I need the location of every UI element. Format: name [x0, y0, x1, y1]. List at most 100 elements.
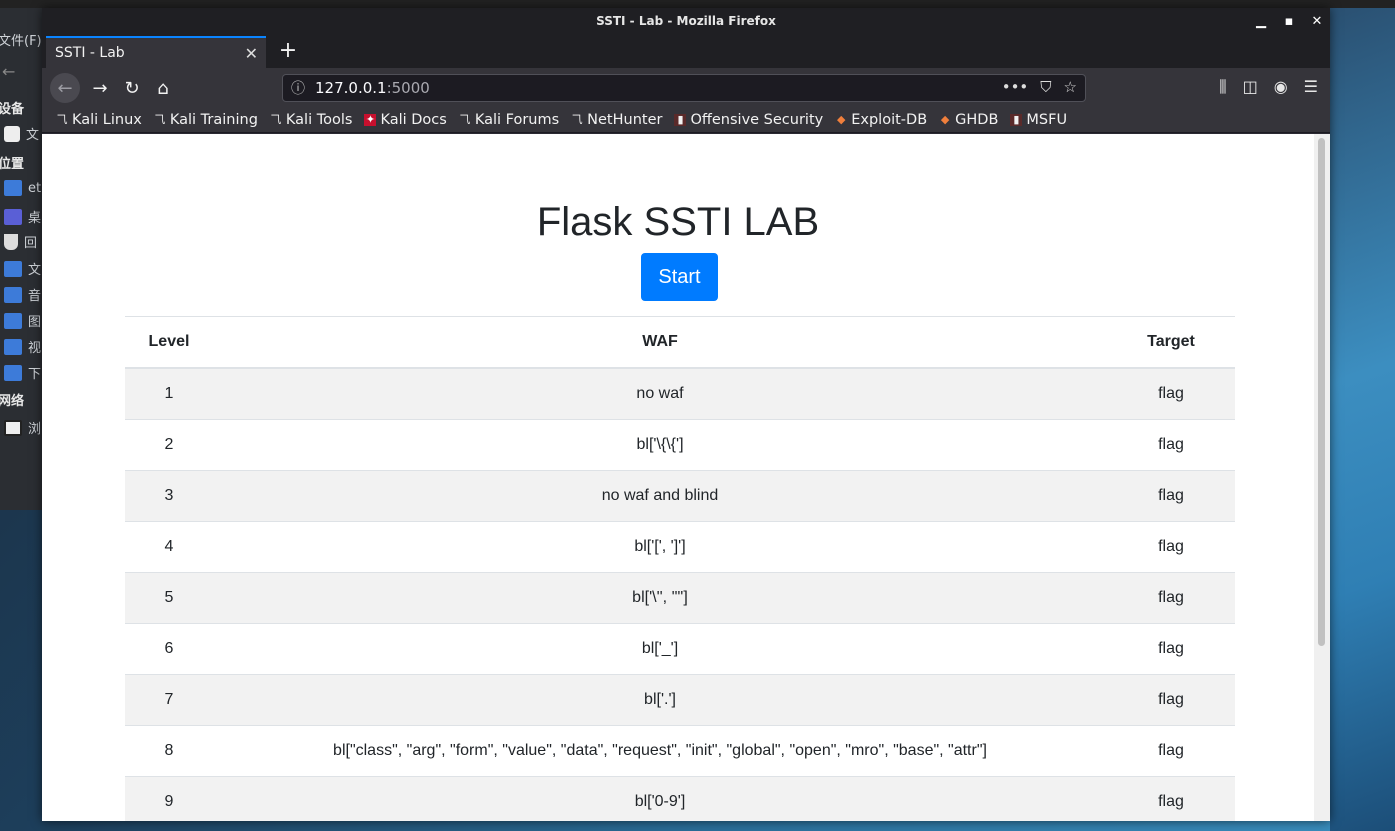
level-cell: 9 — [125, 776, 213, 821]
level-cell: 4 — [125, 521, 213, 573]
target-cell: flag — [1107, 572, 1235, 624]
new-tab-button[interactable]: + — [276, 38, 300, 63]
tab-bar: SSTI - Lab ✕ + — [42, 34, 1330, 68]
sidebar-item-videos[interactable]: 视 — [4, 337, 41, 356]
library-icon[interactable]: ⫼ — [1219, 77, 1226, 97]
music-folder-icon — [4, 286, 22, 303]
window-title: SSTI - Lab - Mozilla Firefox — [596, 14, 776, 28]
bookmark-nethunter[interactable]: ⺄ NetHunter — [571, 112, 663, 128]
level-cell: 5 — [125, 572, 213, 624]
waf-cell: bl['.'] — [213, 674, 1107, 726]
table-row[interactable]: 8 bl["class", "arg", "form", "value", "da… — [125, 725, 1235, 777]
url-port: :5000 — [386, 79, 430, 97]
url-bar[interactable]: ⓘ 127.0.0.1:5000 ••• ⛉ ☆ — [282, 74, 1086, 102]
offsec-icon: ▮ — [674, 114, 687, 126]
table-row[interactable]: 6 bl['_'] flag — [125, 623, 1235, 675]
sidebar-item-music[interactable]: 音 — [4, 285, 41, 304]
target-cell: flag — [1107, 674, 1235, 726]
target-cell: flag — [1107, 470, 1235, 522]
waf-cell: no waf and blind — [213, 470, 1107, 522]
table-row[interactable]: 7 bl['.'] flag — [125, 674, 1235, 726]
sidebar-item-etc[interactable]: et — [4, 180, 41, 196]
bookmark-offensive-security[interactable]: ▮ Offensive Security — [674, 112, 823, 128]
waf-cell: bl['_'] — [213, 623, 1107, 675]
bookmark-kali-linux[interactable]: ⺄ Kali Linux — [56, 112, 142, 128]
background-window-titlebar — [0, 0, 1395, 8]
desktop-background — [1330, 0, 1395, 831]
places-section-title: 位置 — [0, 157, 25, 172]
bookmark-kali-forums[interactable]: ⺄ Kali Forums — [459, 112, 559, 128]
menu-icon[interactable]: ☰ — [1304, 77, 1318, 97]
bookmark-ghdb[interactable]: ◆ GHDB — [939, 112, 999, 128]
drive-icon — [4, 125, 20, 142]
waf-cell: bl['\'', '"'] — [213, 572, 1107, 624]
levels-table: Level WAF Target 1 no waf flag 2 bl['\{\{']… — [125, 316, 1235, 821]
tab-label: SSTI - Lab — [55, 45, 125, 61]
page-content: Flask SSTI LAB Start Level WAF Target 1n… — [42, 134, 1314, 821]
waf-cell: no waf — [213, 367, 1107, 420]
videos-folder-icon — [4, 338, 22, 355]
page-actions-icon[interactable]: ••• — [1002, 78, 1029, 96]
target-cell: flag — [1107, 419, 1235, 471]
table-row[interactable]: 4 bl['[', ']'] flag — [125, 521, 1235, 573]
maximize-icon[interactable]: ▪ — [1280, 12, 1298, 30]
account-icon[interactable]: ◉ — [1274, 77, 1288, 97]
back-icon[interactable]: ← — [50, 73, 80, 103]
home-icon[interactable]: ⌂ — [149, 74, 177, 102]
bookmark-kali-tools[interactable]: ⺄ Kali Tools — [270, 112, 352, 128]
target-cell: flag — [1107, 521, 1235, 573]
sidebar-item-trash[interactable]: 回 — [4, 232, 37, 251]
sidebar-item-browse-network[interactable]: 浏 — [4, 418, 41, 437]
bookmark-kali-training[interactable]: ⺄ Kali Training — [154, 112, 258, 128]
pictures-folder-icon — [4, 312, 22, 329]
pocket-icon[interactable]: ⛉ — [1040, 78, 1051, 96]
exploitdb-icon: ◆ — [940, 113, 950, 126]
forward-icon[interactable]: → — [86, 74, 114, 102]
kali-icon: ⺄ — [56, 113, 68, 126]
page-scrollbar[interactable] — [1314, 134, 1330, 821]
network-icon — [4, 419, 22, 436]
table-row[interactable]: 2 bl['\{\{'] flag — [125, 419, 1235, 471]
target-cell: flag — [1107, 623, 1235, 675]
level-cell: 2 — [125, 419, 213, 471]
sidebar-item-downloads[interactable]: 下 — [4, 363, 41, 382]
header-target: Target — [1107, 316, 1235, 369]
target-cell: flag — [1107, 776, 1235, 821]
target-cell: flag — [1107, 725, 1235, 777]
waf-cell: bl["class", "arg", "form", "value", "dat… — [213, 725, 1107, 777]
folder-icon — [4, 180, 22, 196]
bookmark-star-icon[interactable]: ☆ — [1064, 78, 1077, 96]
devices-section-title: 设备 — [0, 102, 25, 117]
downloads-folder-icon — [4, 364, 22, 381]
bookmark-kali-docs[interactable]: ✦ Kali Docs — [364, 112, 447, 128]
waf-cell: bl['\{\{'] — [213, 419, 1107, 471]
sidebar-item-file-system[interactable]: 文 — [4, 124, 39, 143]
sidebar-item-pictures[interactable]: 图 — [4, 311, 41, 330]
sidebar-icon[interactable]: ◫ — [1243, 77, 1258, 97]
close-icon[interactable]: ✕ — [245, 44, 258, 63]
firefox-window: SSTI - Lab - Mozilla Firefox ▁ ▪ ✕ SSTI … — [42, 8, 1330, 821]
docs-icon: ✦ — [364, 113, 377, 126]
file-menu[interactable]: 文件(F) — [0, 30, 42, 49]
reload-icon[interactable]: ↻ — [118, 74, 146, 102]
minimize-icon[interactable]: ▁ — [1252, 12, 1270, 30]
scrollbar-thumb[interactable] — [1318, 138, 1325, 646]
site-info-icon[interactable]: ⓘ — [291, 78, 305, 98]
table-row[interactable]: 1 no waf flag — [125, 367, 1235, 420]
table-row[interactable]: 3 no waf and blind flag — [125, 470, 1235, 522]
page-title: Flask SSTI LAB — [536, 200, 820, 244]
start-button[interactable]: Start — [641, 253, 718, 301]
window-close-icon[interactable]: ✕ — [1308, 12, 1326, 30]
bookmark-msfu[interactable]: ▮ MSFU — [1010, 112, 1067, 128]
tab-ssti-lab[interactable]: SSTI - Lab ✕ — [46, 36, 266, 68]
table-row[interactable]: 5 bl['\'', '"'] flag — [125, 572, 1235, 624]
table-row[interactable]: 9 bl['0-9'] flag — [125, 776, 1235, 821]
sidebar-item-desktop[interactable]: 桌 — [4, 207, 41, 226]
nethunter-icon: ⺄ — [571, 113, 583, 126]
back-arrow-icon[interactable]: ← — [2, 62, 15, 81]
sidebar-item-documents[interactable]: 文 — [4, 259, 41, 278]
bookmark-exploit-db[interactable]: ◆ Exploit-DB — [835, 112, 927, 128]
kali-icon: ⺄ — [154, 113, 166, 126]
network-section-title: 网络 — [0, 394, 25, 409]
waf-cell: bl['[', ']'] — [213, 521, 1107, 573]
